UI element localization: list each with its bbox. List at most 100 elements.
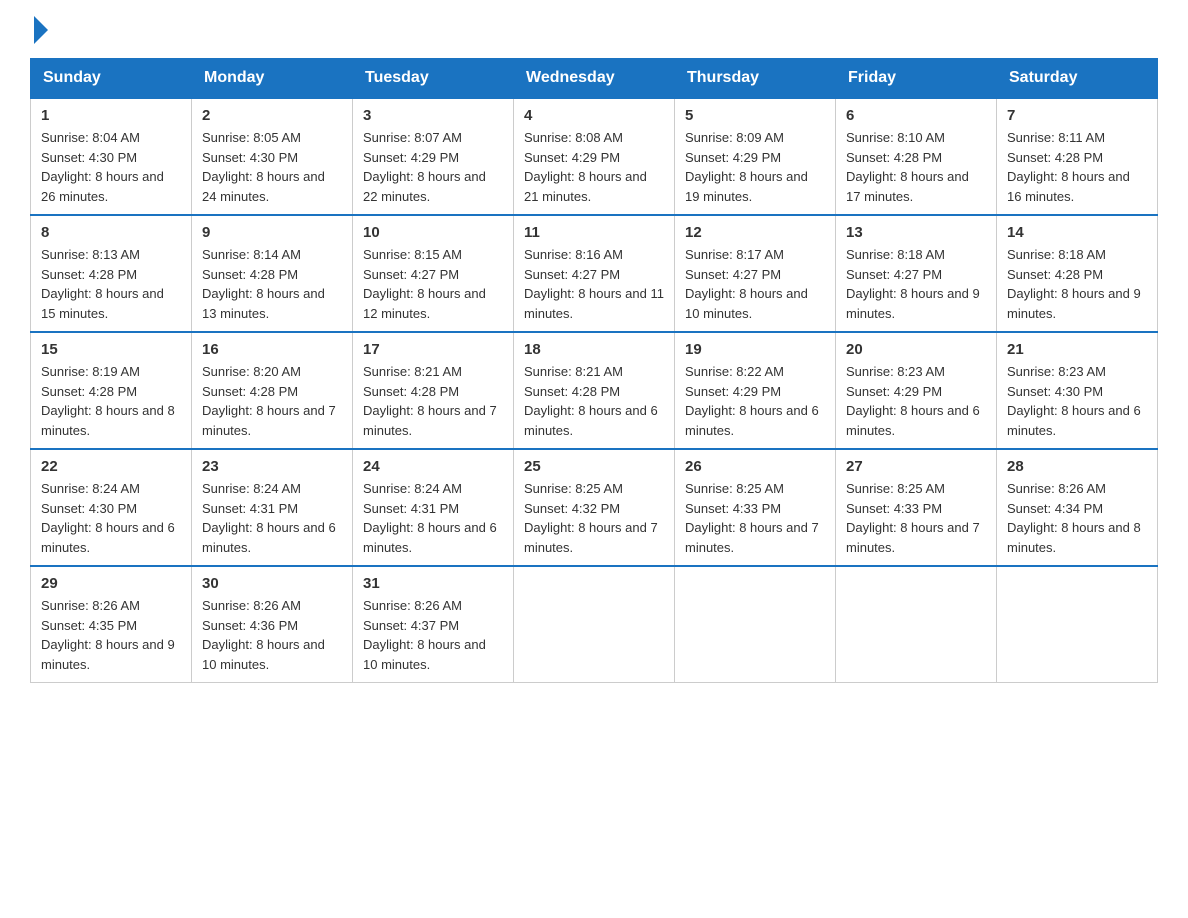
calendar-day-cell: 17 Sunrise: 8:21 AMSunset: 4:28 PMDayligh… bbox=[353, 332, 514, 449]
day-info: Sunrise: 8:14 AMSunset: 4:28 PMDaylight:… bbox=[202, 245, 342, 323]
day-info: Sunrise: 8:26 AMSunset: 4:35 PMDaylight:… bbox=[41, 596, 181, 674]
calendar-day-cell: 12 Sunrise: 8:17 AMSunset: 4:27 PMDayligh… bbox=[675, 215, 836, 332]
calendar-day-cell: 13Sunrise: 8:18 AMSunset: 4:27 PMDayligh… bbox=[836, 215, 997, 332]
day-number: 15 bbox=[41, 341, 181, 358]
day-info: Sunrise: 8:25 AMSunset: 4:32 PMDaylight:… bbox=[524, 479, 664, 557]
day-info: Sunrise: 8:25 AMSunset: 4:33 PMDaylight:… bbox=[685, 479, 825, 557]
day-info: Sunrise: 8:17 AMSunset: 4:27 PMDaylight:… bbox=[685, 245, 825, 323]
day-number: 22 bbox=[41, 458, 181, 475]
calendar-day-cell: 10Sunrise: 8:15 AMSunset: 4:27 PMDayligh… bbox=[353, 215, 514, 332]
day-info: Sunrise: 8:26 AMSunset: 4:37 PMDaylight:… bbox=[363, 596, 503, 674]
day-number: 14 bbox=[1007, 224, 1147, 241]
day-info: Sunrise: 8:11 AMSunset: 4:28 PMDaylight:… bbox=[1007, 128, 1147, 206]
calendar-table: SundayMondayTuesdayWednesdayThursdayFrid… bbox=[30, 58, 1158, 683]
calendar-day-cell: 15 Sunrise: 8:19 AMSunset: 4:28 PMDayligh… bbox=[31, 332, 192, 449]
day-number: 18 bbox=[524, 341, 664, 358]
day-number: 4 bbox=[524, 107, 664, 124]
calendar-day-cell: 5 Sunrise: 8:09 AMSunset: 4:29 PMDaylight… bbox=[675, 98, 836, 215]
day-info: Sunrise: 8:22 AMSunset: 4:29 PMDaylight:… bbox=[685, 362, 825, 440]
logo-triangle-icon bbox=[34, 16, 48, 44]
day-number: 23 bbox=[202, 458, 342, 475]
day-number: 26 bbox=[685, 458, 825, 475]
day-info: Sunrise: 8:23 AMSunset: 4:29 PMDaylight:… bbox=[846, 362, 986, 440]
calendar-week-row: 29 Sunrise: 8:26 AMSunset: 4:35 PMDayligh… bbox=[31, 566, 1158, 683]
calendar-day-cell: 11 Sunrise: 8:16 AMSunset: 4:27 PMDayligh… bbox=[514, 215, 675, 332]
page-header bbox=[30, 20, 1158, 38]
calendar-day-cell: 20 Sunrise: 8:23 AMSunset: 4:29 PMDayligh… bbox=[836, 332, 997, 449]
day-number: 28 bbox=[1007, 458, 1147, 475]
day-number: 2 bbox=[202, 107, 342, 124]
calendar-day-cell: 14Sunrise: 8:18 AMSunset: 4:28 PMDayligh… bbox=[997, 215, 1158, 332]
day-info: Sunrise: 8:16 AMSunset: 4:27 PMDaylight:… bbox=[524, 245, 664, 323]
day-number: 20 bbox=[846, 341, 986, 358]
calendar-day-cell: 27 Sunrise: 8:25 AMSunset: 4:33 PMDayligh… bbox=[836, 449, 997, 566]
calendar-day-cell: 6Sunrise: 8:10 AMSunset: 4:28 PMDaylight… bbox=[836, 98, 997, 215]
day-number: 30 bbox=[202, 575, 342, 592]
weekday-header-friday: Friday bbox=[836, 59, 997, 99]
day-number: 16 bbox=[202, 341, 342, 358]
day-info: Sunrise: 8:24 AMSunset: 4:30 PMDaylight:… bbox=[41, 479, 181, 557]
day-number: 13 bbox=[846, 224, 986, 241]
day-number: 9 bbox=[202, 224, 342, 241]
weekday-header-saturday: Saturday bbox=[997, 59, 1158, 99]
day-info: Sunrise: 8:26 AMSunset: 4:36 PMDaylight:… bbox=[202, 596, 342, 674]
day-number: 17 bbox=[363, 341, 503, 358]
weekday-header-row: SundayMondayTuesdayWednesdayThursdayFrid… bbox=[31, 59, 1158, 99]
day-info: Sunrise: 8:21 AMSunset: 4:28 PMDaylight:… bbox=[363, 362, 503, 440]
day-number: 29 bbox=[41, 575, 181, 592]
calendar-week-row: 8 Sunrise: 8:13 AMSunset: 4:28 PMDaylight… bbox=[31, 215, 1158, 332]
weekday-header-wednesday: Wednesday bbox=[514, 59, 675, 99]
day-number: 12 bbox=[685, 224, 825, 241]
day-info: Sunrise: 8:04 AMSunset: 4:30 PMDaylight:… bbox=[41, 128, 181, 206]
calendar-week-row: 1 Sunrise: 8:04 AMSunset: 4:30 PMDaylight… bbox=[31, 98, 1158, 215]
calendar-day-cell: 30 Sunrise: 8:26 AMSunset: 4:36 PMDayligh… bbox=[192, 566, 353, 683]
day-info: Sunrise: 8:09 AMSunset: 4:29 PMDaylight:… bbox=[685, 128, 825, 206]
day-number: 8 bbox=[41, 224, 181, 241]
calendar-day-cell: 4 Sunrise: 8:08 AMSunset: 4:29 PMDaylight… bbox=[514, 98, 675, 215]
empty-cell bbox=[675, 566, 836, 683]
empty-cell bbox=[514, 566, 675, 683]
day-number: 5 bbox=[685, 107, 825, 124]
calendar-day-cell: 8 Sunrise: 8:13 AMSunset: 4:28 PMDaylight… bbox=[31, 215, 192, 332]
day-number: 7 bbox=[1007, 107, 1147, 124]
calendar-day-cell: 23 Sunrise: 8:24 AMSunset: 4:31 PMDayligh… bbox=[192, 449, 353, 566]
empty-cell bbox=[997, 566, 1158, 683]
calendar-day-cell: 22 Sunrise: 8:24 AMSunset: 4:30 PMDayligh… bbox=[31, 449, 192, 566]
calendar-day-cell: 21 Sunrise: 8:23 AMSunset: 4:30 PMDayligh… bbox=[997, 332, 1158, 449]
calendar-day-cell: 29 Sunrise: 8:26 AMSunset: 4:35 PMDayligh… bbox=[31, 566, 192, 683]
weekday-header-sunday: Sunday bbox=[31, 59, 192, 99]
weekday-header-monday: Monday bbox=[192, 59, 353, 99]
calendar-day-cell: 2 Sunrise: 8:05 AMSunset: 4:30 PMDaylight… bbox=[192, 98, 353, 215]
day-info: Sunrise: 8:21 AMSunset: 4:28 PMDaylight:… bbox=[524, 362, 664, 440]
day-number: 27 bbox=[846, 458, 986, 475]
calendar-day-cell: 1 Sunrise: 8:04 AMSunset: 4:30 PMDaylight… bbox=[31, 98, 192, 215]
day-number: 25 bbox=[524, 458, 664, 475]
day-info: Sunrise: 8:19 AMSunset: 4:28 PMDaylight:… bbox=[41, 362, 181, 440]
day-info: Sunrise: 8:15 AMSunset: 4:27 PMDaylight:… bbox=[363, 245, 503, 323]
calendar-week-row: 15 Sunrise: 8:19 AMSunset: 4:28 PMDayligh… bbox=[31, 332, 1158, 449]
day-number: 1 bbox=[41, 107, 181, 124]
day-number: 31 bbox=[363, 575, 503, 592]
weekday-header-tuesday: Tuesday bbox=[353, 59, 514, 99]
calendar-day-cell: 31 Sunrise: 8:26 AMSunset: 4:37 PMDayligh… bbox=[353, 566, 514, 683]
calendar-day-cell: 16 Sunrise: 8:20 AMSunset: 4:28 PMDayligh… bbox=[192, 332, 353, 449]
day-info: Sunrise: 8:13 AMSunset: 4:28 PMDaylight:… bbox=[41, 245, 181, 323]
day-number: 11 bbox=[524, 224, 664, 241]
day-info: Sunrise: 8:23 AMSunset: 4:30 PMDaylight:… bbox=[1007, 362, 1147, 440]
calendar-day-cell: 18 Sunrise: 8:21 AMSunset: 4:28 PMDayligh… bbox=[514, 332, 675, 449]
empty-cell bbox=[836, 566, 997, 683]
calendar-week-row: 22 Sunrise: 8:24 AMSunset: 4:30 PMDayligh… bbox=[31, 449, 1158, 566]
day-info: Sunrise: 8:24 AMSunset: 4:31 PMDaylight:… bbox=[202, 479, 342, 557]
day-number: 24 bbox=[363, 458, 503, 475]
day-info: Sunrise: 8:25 AMSunset: 4:33 PMDaylight:… bbox=[846, 479, 986, 557]
day-info: Sunrise: 8:08 AMSunset: 4:29 PMDaylight:… bbox=[524, 128, 664, 206]
calendar-day-cell: 26 Sunrise: 8:25 AMSunset: 4:33 PMDayligh… bbox=[675, 449, 836, 566]
day-info: Sunrise: 8:07 AMSunset: 4:29 PMDaylight:… bbox=[363, 128, 503, 206]
day-info: Sunrise: 8:20 AMSunset: 4:28 PMDaylight:… bbox=[202, 362, 342, 440]
calendar-day-cell: 24 Sunrise: 8:24 AMSunset: 4:31 PMDayligh… bbox=[353, 449, 514, 566]
day-number: 21 bbox=[1007, 341, 1147, 358]
day-info: Sunrise: 8:24 AMSunset: 4:31 PMDaylight:… bbox=[363, 479, 503, 557]
day-info: Sunrise: 8:26 AMSunset: 4:34 PMDaylight:… bbox=[1007, 479, 1147, 557]
logo bbox=[30, 20, 48, 38]
day-info: Sunrise: 8:05 AMSunset: 4:30 PMDaylight:… bbox=[202, 128, 342, 206]
